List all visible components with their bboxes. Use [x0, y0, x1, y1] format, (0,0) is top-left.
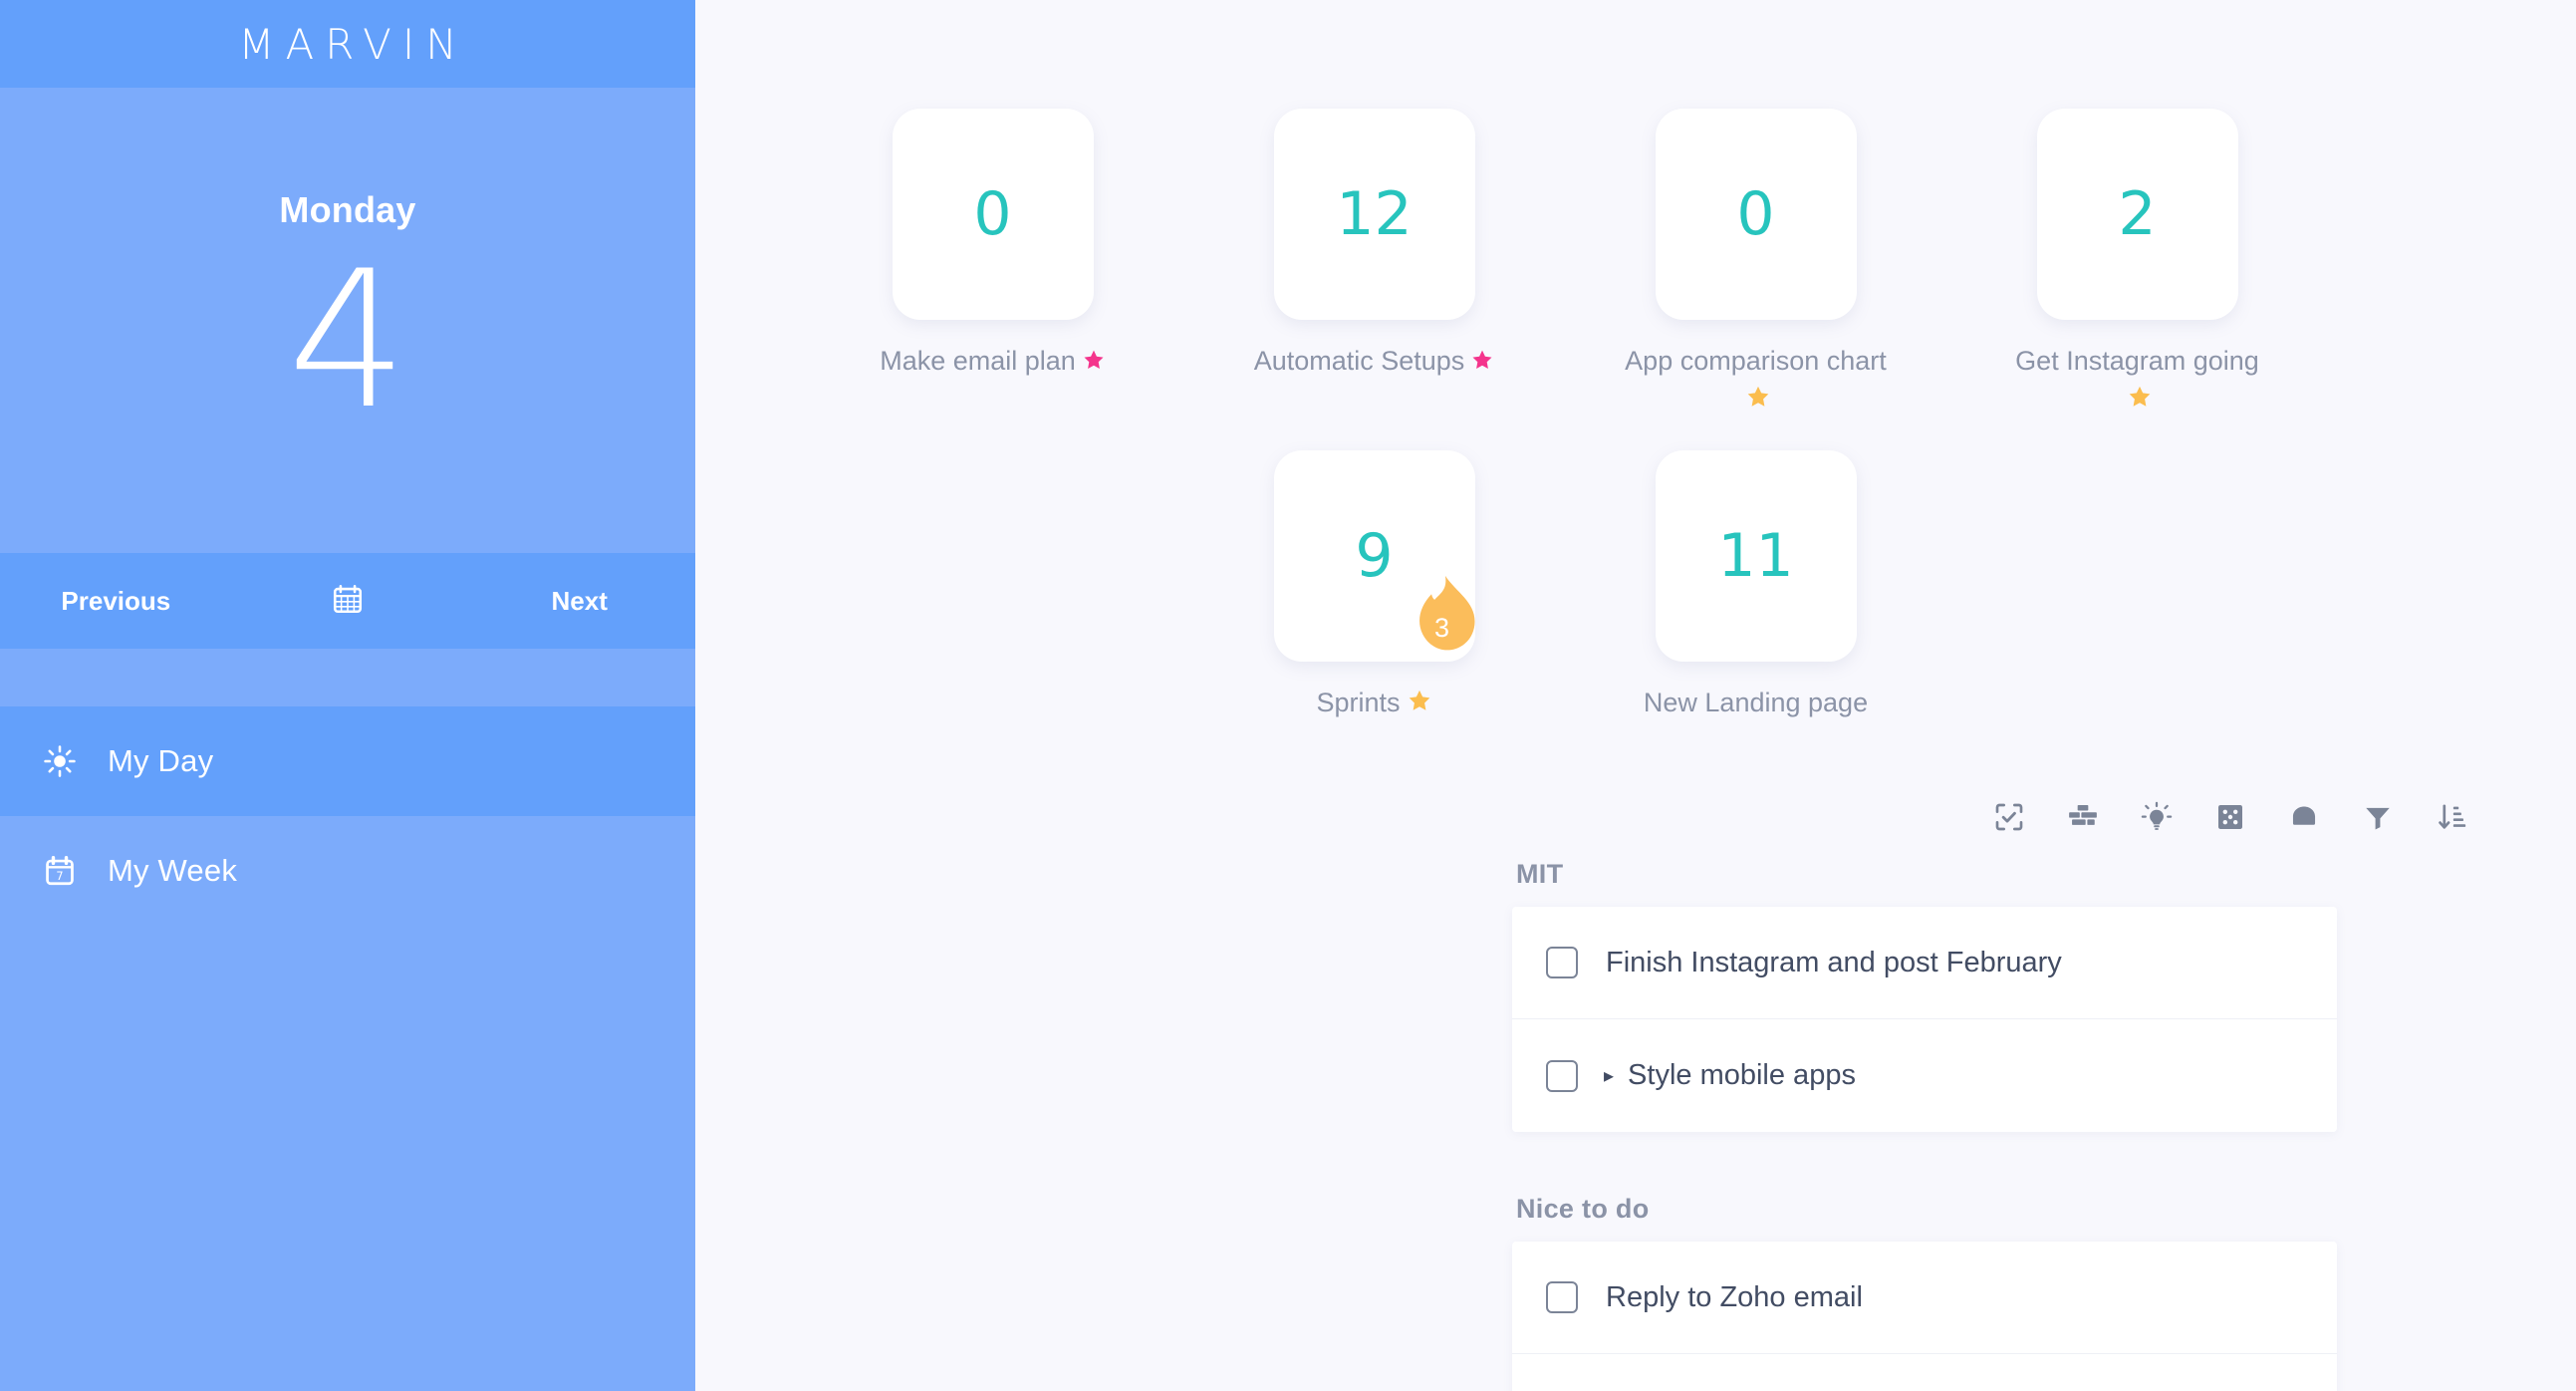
sidebar: MARVIN Monday 4 Previous Next My Day 7 M… — [0, 0, 695, 1391]
category-card-make-email-plan: 0 Make email plan — [802, 109, 1183, 419]
task-checkbox[interactable] — [1546, 1059, 1578, 1092]
expand-subtasks-caret-icon[interactable]: ▸ — [1604, 1063, 1614, 1088]
calendar-picker-button[interactable] — [232, 582, 464, 621]
day-navigation: Previous Next — [0, 553, 695, 649]
section-title-mit: MIT — [1516, 859, 1564, 889]
weekday-label: Monday — [279, 189, 416, 230]
category-card-get-instagram-going: 2 Get Instagram going — [1946, 109, 2328, 419]
sidebar-item-label-my-week: My Week — [108, 853, 238, 888]
task-title: Reply to Zoho email — [1606, 1280, 1863, 1313]
label-tag-icon[interactable] — [2284, 797, 2324, 837]
task-group-mit: Finish Instagram and post February ▸ Sty… — [1512, 907, 2337, 1132]
category-tile[interactable]: 0 — [1655, 109, 1857, 320]
category-label[interactable]: New Landing page — [1644, 684, 1868, 721]
category-card-automatic-setups: 12 Automatic Setups — [1183, 109, 1565, 419]
task-group-nice-to-do: Reply to Zoho email — [1512, 1242, 2337, 1391]
category-label[interactable]: Sprints — [1316, 684, 1431, 723]
focus-checkmark-icon[interactable] — [1989, 797, 2029, 837]
brick-wall-icon[interactable] — [2063, 797, 2103, 837]
flame-streak-count: 3 — [1433, 613, 1450, 643]
category-label-text: Automatic Setups — [1253, 346, 1465, 376]
category-tile[interactable]: 9 3 — [1273, 450, 1475, 662]
date-display: Monday 4 — [0, 88, 695, 553]
next-day-button[interactable]: Next — [463, 586, 695, 617]
category-card-new-landing-page: 11 New Landing page — [1565, 450, 1946, 723]
category-label-text: App comparison chart — [1625, 346, 1887, 376]
lightbulb-icon[interactable] — [2137, 797, 2177, 837]
task-row[interactable]: Finish Instagram and post February — [1512, 907, 2337, 1019]
star-icon-yellow — [1407, 686, 1432, 723]
category-cards-row-1: 0 Make email plan 12 Automatic Setups 0 … — [695, 109, 2576, 419]
category-label[interactable]: Automatic Setups — [1254, 342, 1495, 382]
brand-title: MARVIN — [238, 19, 468, 69]
category-cards-row-2: 9 3 Sprints 11 New Landing page — [695, 450, 2576, 723]
calendar-icon: 7 — [40, 851, 80, 891]
category-count: 12 — [1336, 179, 1413, 249]
category-count: 2 — [2118, 179, 2157, 249]
star-icon-yellow — [1745, 382, 1771, 419]
star-icon-pink — [1082, 344, 1106, 382]
sort-descending-icon[interactable] — [2432, 797, 2471, 837]
category-cards: 0 Make email plan 12 Automatic Setups 0 … — [695, 0, 2576, 723]
category-label-text: Sprints — [1316, 688, 1401, 717]
task-list: MIT Finish Instagram and post February ▸… — [1512, 859, 2337, 1391]
star-icon-yellow — [2127, 382, 2153, 419]
task-row[interactable]: ▸ Style mobile apps — [1512, 1019, 2337, 1132]
category-label[interactable]: Make email plan — [880, 342, 1106, 382]
brand-header: MARVIN — [0, 0, 695, 88]
sidebar-item-my-week[interactable]: 7 My Week — [0, 816, 695, 926]
category-tile[interactable]: 12 — [1273, 109, 1475, 320]
category-card-sprints: 9 3 Sprints — [1183, 450, 1565, 723]
category-tile[interactable]: 0 — [892, 109, 1094, 320]
previous-day-button[interactable]: Previous — [0, 586, 232, 617]
category-count: 0 — [1736, 179, 1775, 249]
category-label-text: Make email plan — [880, 346, 1076, 376]
sidebar-item-label-my-day: My Day — [108, 743, 214, 778]
calendar-icon — [331, 582, 365, 621]
main-content: 0 Make email plan 12 Automatic Setups 0 … — [695, 0, 2576, 1391]
flame-streak-badge: 3 — [1404, 572, 1481, 660]
category-label[interactable]: App comparison chart — [1625, 342, 1887, 419]
task-checkbox[interactable] — [1546, 1281, 1578, 1313]
task-checkbox[interactable] — [1546, 947, 1578, 978]
category-tile[interactable]: 11 — [1655, 450, 1857, 662]
task-row-partial[interactable] — [1512, 1354, 2337, 1391]
list-toolbar — [1989, 797, 2471, 837]
task-title: Finish Instagram and post February — [1606, 946, 2062, 978]
sidebar-item-my-day[interactable]: My Day — [0, 706, 695, 816]
section-title-nice-to-do: Nice to do — [1516, 1194, 1650, 1224]
svg-text:7: 7 — [56, 869, 63, 883]
category-count: 9 — [1355, 521, 1394, 591]
category-label-text: Get Instagram going — [2015, 346, 2259, 376]
task-title: Style mobile apps — [1628, 1059, 1856, 1091]
sidebar-spacer — [0, 649, 695, 706]
filter-funnel-icon[interactable] — [2358, 797, 2398, 837]
category-count: 11 — [1717, 521, 1794, 591]
category-tile[interactable]: 2 — [2036, 109, 2238, 320]
category-card-app-comparison-chart: 0 App comparison chart — [1565, 109, 1946, 419]
sun-icon — [40, 741, 80, 781]
star-icon-pink — [1470, 344, 1494, 382]
dice-icon[interactable] — [2210, 797, 2250, 837]
category-label[interactable]: Get Instagram going — [2015, 342, 2259, 419]
category-count: 0 — [973, 179, 1012, 249]
app-root: MARVIN Monday 4 Previous Next My Day 7 M… — [0, 0, 2576, 1391]
day-number: 4 — [287, 230, 408, 450]
task-row[interactable]: Reply to Zoho email — [1512, 1242, 2337, 1354]
category-label-text: New Landing page — [1643, 688, 1869, 717]
